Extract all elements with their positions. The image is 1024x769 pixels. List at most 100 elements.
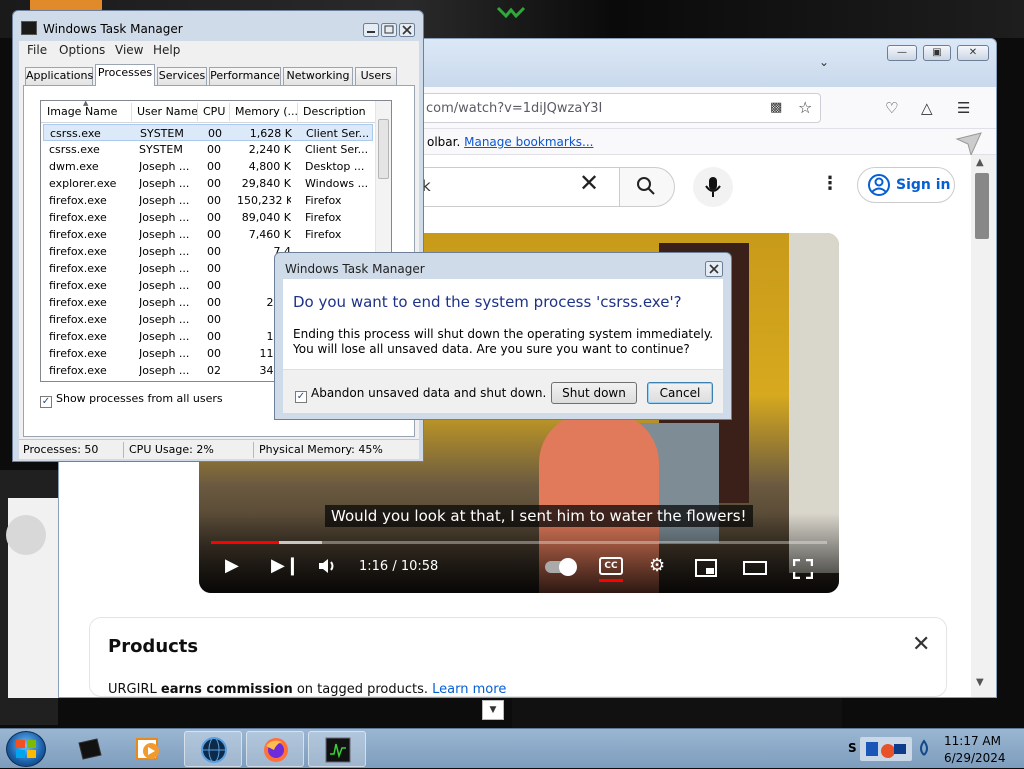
table-row[interactable]: firefox.exe Joseph ... 00 7,460 K Firefox	[43, 226, 373, 243]
table-row[interactable]: csrss.exe SYSTEM 00 1,628 K Client Ser...	[43, 124, 373, 141]
checkbox-check-icon[interactable]: ✓	[295, 391, 307, 403]
table-row[interactable]: csrss.exe SYSTEM 00 2,240 K Client Ser...	[43, 141, 373, 158]
tab-users[interactable]: Users	[355, 67, 397, 85]
bookmark-star-icon[interactable]: ☆	[798, 98, 812, 117]
scroll-down-icon[interactable]: ▼	[976, 677, 984, 688]
products-subtitle: URGIRL earns commission on tagged produc…	[108, 682, 506, 697]
firefox-minimize-button[interactable]: —	[887, 45, 917, 61]
clear-search-icon[interactable]: ✕	[579, 169, 599, 197]
cell-user: Joseph ...	[139, 330, 190, 343]
clock-date[interactable]: 6/29/2024	[944, 751, 1006, 765]
cancel-button[interactable]: Cancel	[647, 382, 713, 404]
column-cpu[interactable]: CPU	[203, 105, 225, 118]
terminal-icon	[78, 738, 102, 760]
page-scroll-thumb[interactable]	[975, 173, 989, 239]
abandon-data-checkbox[interactable]: ✓ Abandon unsaved data and shut down.	[295, 386, 546, 403]
menu-file[interactable]: File	[27, 43, 47, 57]
process-list-scroll-thumb[interactable]	[378, 119, 389, 179]
manage-bookmarks-link[interactable]: Manage bookmarks...	[464, 135, 593, 149]
tab-processes[interactable]: Processes	[95, 64, 155, 86]
tray-language[interactable]: S	[848, 741, 857, 755]
task-manager-menubar: File Options View Help	[19, 41, 419, 59]
maximize-icon[interactable]	[381, 23, 397, 37]
pocket-icon[interactable]: ♡	[885, 99, 898, 117]
cell-cpu: 00	[207, 313, 221, 326]
column-memory[interactable]: Memory (...	[235, 105, 298, 118]
start-button[interactable]	[6, 731, 46, 767]
column-separator[interactable]	[197, 103, 198, 121]
cell-cpu: 00	[207, 347, 221, 360]
taskbar-task-manager[interactable]	[308, 731, 366, 767]
shut-down-button[interactable]: Shut down	[551, 382, 637, 404]
menu-options[interactable]: Options	[59, 43, 105, 57]
close-icon[interactable]	[399, 23, 415, 37]
cell-user: Joseph ...	[139, 313, 190, 326]
column-separator[interactable]	[229, 103, 230, 121]
taskbar-terminal[interactable]	[60, 731, 118, 767]
column-separator[interactable]	[131, 103, 132, 121]
page-scrollbar[interactable]: ▲ ▼	[971, 155, 996, 697]
autoplay-toggle[interactable]	[545, 558, 577, 576]
table-row[interactable]: firefox.exe Joseph ... 00 89,040 K Firefox	[43, 209, 373, 226]
cell-user: SYSTEM	[140, 127, 184, 140]
theater-mode-icon[interactable]	[743, 561, 767, 575]
tab-services[interactable]: Services	[157, 67, 207, 85]
column-user-name[interactable]: User Name	[137, 105, 198, 118]
products-title: Products	[108, 636, 199, 657]
taskbar-media-player[interactable]	[120, 731, 178, 767]
youtube-search-button[interactable]	[619, 167, 675, 207]
firefox-close-button[interactable]: ✕	[957, 45, 989, 61]
voice-search-button[interactable]	[693, 167, 733, 207]
extensions-icon[interactable]: △	[921, 99, 933, 117]
cell-name: firefox.exe	[49, 245, 107, 258]
tab-applications[interactable]: Applications	[25, 67, 93, 85]
close-products-icon[interactable]: ✕	[912, 632, 930, 657]
table-row[interactable]: dwm.exe Joseph ... 00 4,800 K Desktop ...	[43, 158, 373, 175]
tray-icons[interactable]	[860, 737, 912, 761]
menu-hamburger-icon[interactable]: ☰	[957, 99, 970, 117]
table-row[interactable]: explorer.exe Joseph ... 00 29,840 K Windows …	[43, 175, 373, 192]
fullscreen-icon[interactable]	[793, 559, 813, 579]
minimize-icon[interactable]	[363, 23, 379, 37]
play-icon[interactable]: ▶	[225, 555, 239, 576]
cell-name: firefox.exe	[49, 364, 107, 377]
checkbox-check-icon[interactable]: ✓	[40, 396, 52, 408]
more-options-icon[interactable]: ⋮	[821, 173, 839, 194]
tab-networking[interactable]: Networking	[283, 67, 353, 85]
tab-performance[interactable]: Performance	[209, 67, 281, 85]
list-tabs-chevron-icon[interactable]: ⌄	[819, 55, 833, 69]
cell-cpu: 00	[207, 160, 221, 173]
subtitles-active-indicator	[599, 579, 623, 582]
learn-more-link[interactable]: Learn more	[432, 682, 506, 697]
miniplayer-icon[interactable]	[695, 559, 717, 577]
scroll-up-icon[interactable]: ▲	[976, 157, 984, 168]
taskbar-firefox[interactable]	[246, 731, 304, 767]
network-icon[interactable]	[916, 739, 932, 757]
products-channel: URGIRL	[108, 682, 161, 697]
subtitles-cc-button[interactable]: CC	[599, 557, 623, 575]
dialog-title: Windows Task Manager	[285, 262, 425, 276]
volume-icon[interactable]	[317, 557, 339, 575]
next-video-icon[interactable]: ▶❙	[271, 555, 300, 576]
column-separator[interactable]	[297, 103, 298, 121]
table-row[interactable]: firefox.exe Joseph ... 00 150,232 K Firefox	[43, 192, 373, 209]
cell-cpu: 00	[207, 296, 221, 309]
menu-help[interactable]: Help	[153, 43, 180, 57]
settings-gear-icon[interactable]: ⚙	[649, 555, 665, 576]
menu-view[interactable]: View	[115, 43, 143, 57]
sign-in-button[interactable]: Sign in	[857, 167, 955, 203]
cell-desc: Desktop ...	[305, 160, 365, 173]
media-player-icon	[136, 738, 159, 760]
url-bar[interactable]: com/watch?v=1diJQwzaY3I ▩ ☆	[359, 93, 821, 123]
taskbar-browser-globe[interactable]	[184, 731, 242, 767]
clock-time[interactable]: 11:17 AM	[944, 734, 1001, 748]
picture-in-picture-icon[interactable]: ▩	[770, 100, 786, 115]
firefox-maximize-button[interactable]: ▣	[923, 45, 951, 61]
column-description[interactable]: Description	[303, 105, 366, 118]
dropdown-arrow-icon[interactable]: ▼	[482, 700, 504, 720]
url-text[interactable]: com/watch?v=1diJQwzaY3I	[426, 101, 602, 116]
close-icon[interactable]	[705, 261, 723, 277]
video-progress-bar[interactable]	[211, 541, 827, 544]
cell-name: csrss.exe	[49, 143, 100, 156]
show-all-processes-checkbox[interactable]: ✓ Show processes from all users	[40, 392, 223, 408]
